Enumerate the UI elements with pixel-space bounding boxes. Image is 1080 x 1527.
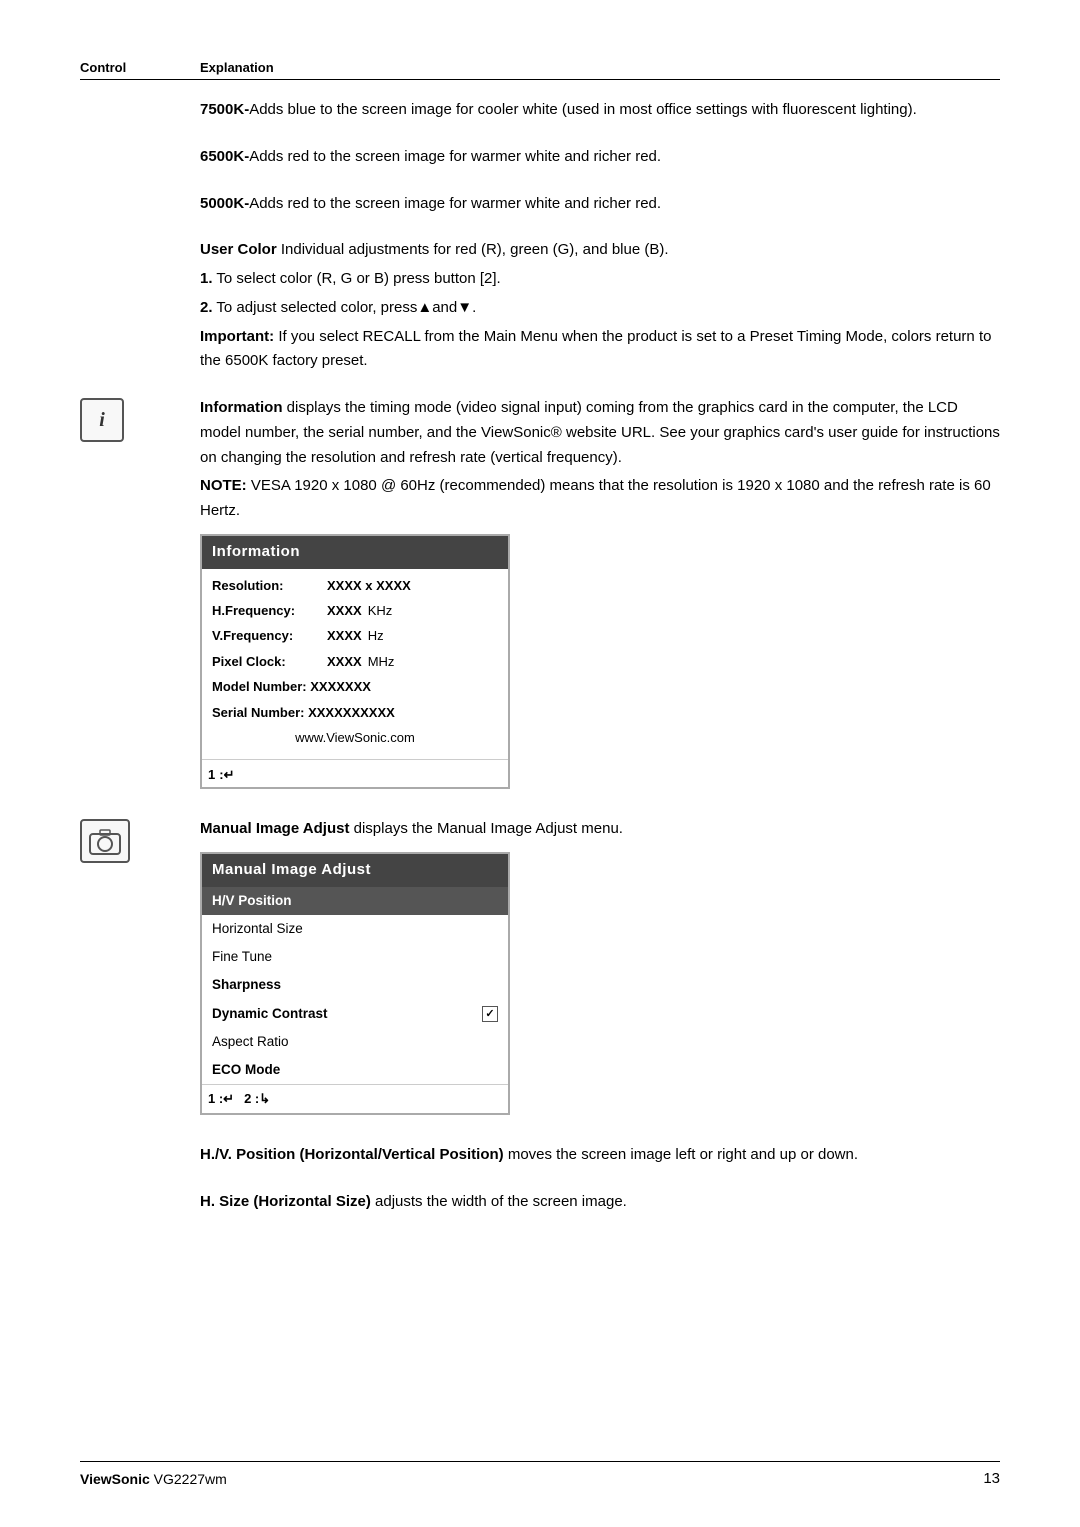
page: Control Explanation 7500K-Adds blue to t… (0, 0, 1080, 1527)
explanation-6500k: 6500K-Adds red to the screen image for w… (200, 145, 1000, 174)
info-resolution-value: XXXX x XXXX (327, 575, 411, 596)
info-serial-value: XXXXXXXXXX (308, 705, 395, 720)
mia-item-eco-mode: ECO Mode (202, 1056, 508, 1084)
row-user-color: User Color Individual adjustments for re… (80, 238, 1000, 378)
control-user-color (80, 238, 200, 240)
info-row-hfreq: H.Frequency: XXXX KHz (212, 598, 498, 623)
row-hsize-desc: H. Size (Horizontal Size) adjusts the wi… (80, 1190, 1000, 1219)
row-manual-image-adjust: Manual Image Adjust displays the Manual … (80, 817, 1000, 1125)
user-color-step2: 2. To adjust selected color, press▲and▼. (200, 296, 1000, 321)
explanation-information: Information displays the timing mode (vi… (200, 396, 1000, 799)
info-hfreq-value: XXXX (327, 600, 362, 621)
label-note: NOTE: (200, 477, 247, 494)
row-information: i Information displays the timing mode (… (80, 396, 1000, 799)
row-6500k: 6500K-Adds red to the screen image for w… (80, 145, 1000, 174)
info-resolution-label: Resolution: (212, 575, 327, 596)
mia-item-aspect-ratio: Aspect Ratio (202, 1028, 508, 1056)
info-row-resolution: Resolution: XXXX x XXXX (212, 573, 498, 598)
mia-item-hv-position: H/V Position (202, 887, 508, 915)
footer-brand-model: ViewSonic VG2227wm (80, 1471, 227, 1487)
mia-item-dynamic-contrast: Dynamic Contrast ✓ (202, 1000, 508, 1028)
text-5000k: Adds red to the screen image for warmer … (249, 195, 661, 212)
info-vfreq-unit: Hz (368, 625, 384, 646)
info-row-vfreq: V.Frequency: XXXX Hz (212, 623, 498, 648)
info-pixel-value: XXXX (327, 651, 362, 672)
mia-box-body: H/V Position Horizontal Size Fine Tune S… (202, 887, 508, 1085)
info-row-serial: Serial Number: XXXXXXXXXX (212, 700, 498, 725)
control-5000k (80, 192, 200, 194)
label-6500k: 6500K- (200, 148, 249, 165)
info-hfreq-unit: KHz (368, 600, 393, 621)
explanation-mia: Manual Image Adjust displays the Manual … (200, 817, 1000, 1125)
mia-box: Manual Image Adjust H/V Position Horizon… (200, 852, 510, 1115)
label-information: Information (200, 399, 283, 416)
mia-box-bottom: 1 :↵ 2 :↳ (202, 1084, 508, 1112)
explanation-hv-desc: H./V. Position (Horizontal/Vertical Posi… (200, 1143, 1000, 1172)
user-color-step1: 1. To select color (R, G or B) press but… (200, 267, 1000, 292)
label-h-size: H. Size (Horizontal Size) (200, 1193, 371, 1210)
info-row-pixel: Pixel Clock: XXXX MHz (212, 649, 498, 674)
explanation-7500k: 7500K-Adds blue to the screen image for … (200, 98, 1000, 127)
dynamic-contrast-checkbox: ✓ (482, 1006, 498, 1022)
row-5000k: 5000K-Adds red to the screen image for w… (80, 192, 1000, 221)
label-mia: Manual Image Adjust (200, 820, 349, 837)
footer-model: VG2227wm (154, 1471, 227, 1487)
page-footer: ViewSonic VG2227wm 13 (80, 1461, 1000, 1487)
label-5000k: 5000K- (200, 195, 249, 212)
header-control: Control (80, 60, 200, 75)
info-box-body: Resolution: XXXX x XXXX H.Frequency: XXX… (202, 569, 508, 757)
control-6500k (80, 145, 200, 147)
mia-bottom-right: 2 :↳ (244, 1088, 270, 1109)
info-row-url: www.ViewSonic.com (212, 725, 498, 750)
user-color-important: Important: If you select RECALL from the… (200, 325, 1000, 375)
camera-settings-icon-svg (88, 826, 122, 856)
explanation-hsize-desc: H. Size (Horizontal Size) adjusts the wi… (200, 1190, 1000, 1219)
control-hsize-desc (80, 1190, 200, 1192)
footer-brand: ViewSonic (80, 1471, 150, 1487)
info-vfreq-label: V.Frequency: (212, 625, 327, 646)
mia-item-sharpness: Sharpness (202, 971, 508, 999)
info-bottom-icon: :↵ (219, 764, 234, 785)
info-hfreq-label: H.Frequency: (212, 600, 327, 621)
info-vfreq-value: XXXX (327, 625, 362, 646)
info-pixel-unit: MHz (368, 651, 395, 672)
control-hv-desc (80, 1143, 200, 1145)
information-box: Information Resolution: XXXX x XXXX H.Fr… (200, 534, 510, 789)
info-row-model: Model Number: XXXXXXX (212, 674, 498, 699)
mia-box-title: Manual Image Adjust (202, 854, 508, 887)
header-explanation: Explanation (200, 60, 274, 75)
label-hv-position: H./V. Position (Horizontal/Vertical Posi… (200, 1146, 504, 1163)
footer-page-number: 13 (983, 1470, 1000, 1487)
control-mia (80, 817, 200, 863)
mia-icon (80, 819, 130, 863)
text-7500k: Adds blue to the screen image for cooler… (249, 101, 917, 118)
row-hv-desc: H./V. Position (Horizontal/Vertical Posi… (80, 1143, 1000, 1172)
info-bottom-num: 1 (208, 764, 215, 785)
explanation-user-color: User Color Individual adjustments for re… (200, 238, 1000, 378)
info-box-bottom: 1 :↵ (202, 759, 508, 787)
label-7500k: 7500K- (200, 101, 249, 118)
control-7500k (80, 98, 200, 100)
info-pixel-label: Pixel Clock: (212, 651, 327, 672)
mia-bottom-left: 1 :↵ (208, 1088, 234, 1109)
information-icon: i (80, 398, 124, 442)
explanation-5000k: 5000K-Adds red to the screen image for w… (200, 192, 1000, 221)
mia-item-horizontal-size: Horizontal Size (202, 915, 508, 943)
text-6500k: Adds red to the screen image for warmer … (249, 148, 661, 165)
table-header: Control Explanation (80, 60, 1000, 80)
control-information: i (80, 396, 200, 442)
label-user-color: User Color (200, 241, 277, 258)
row-7500k: 7500K-Adds blue to the screen image for … (80, 98, 1000, 127)
info-box-title: Information (202, 536, 508, 569)
info-model-value: XXXXXXX (310, 679, 371, 694)
mia-item-fine-tune: Fine Tune (202, 943, 508, 971)
